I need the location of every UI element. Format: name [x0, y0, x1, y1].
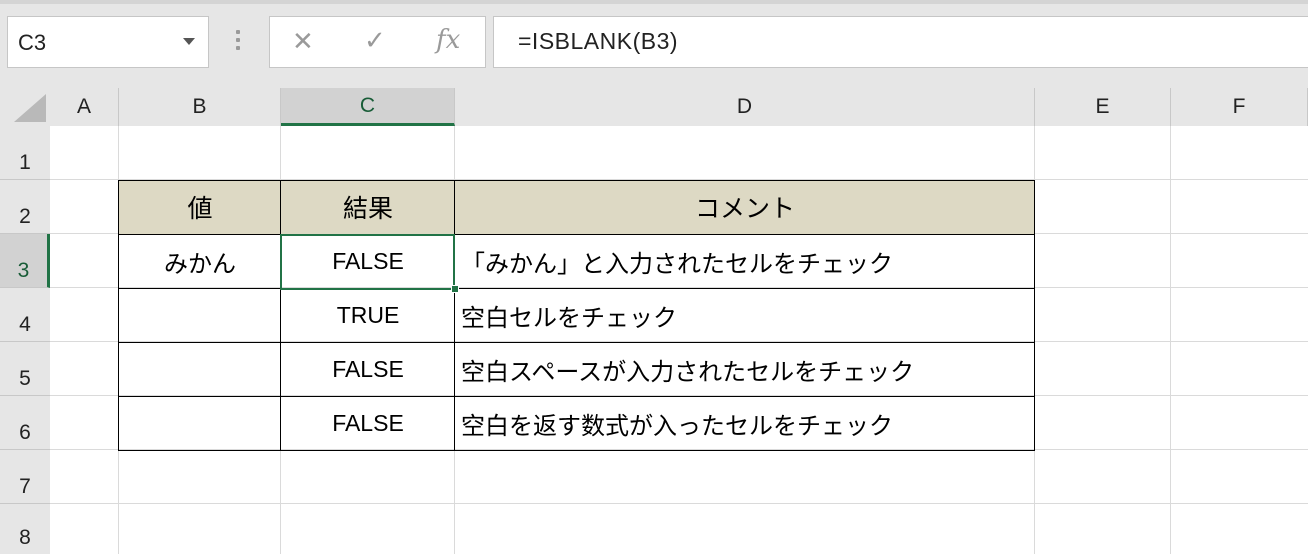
cell-b3[interactable]: みかん [119, 234, 281, 288]
cell-d3[interactable]: 「みかん」と入力されたセルをチェック [455, 234, 1035, 288]
row-header-7[interactable]: 7 [0, 450, 50, 504]
gridline [1170, 126, 1171, 554]
cell-b6[interactable] [119, 396, 281, 450]
ribbon-edge [0, 0, 1308, 4]
column-header-e[interactable]: E [1035, 88, 1171, 126]
table-border [118, 396, 1035, 397]
cell-b5[interactable] [119, 342, 281, 396]
column-header-c[interactable]: C [281, 88, 455, 126]
table-border [118, 180, 1035, 181]
cell-b4[interactable] [119, 288, 281, 342]
cancel-icon[interactable]: ✕ [292, 27, 314, 57]
active-cell-border [280, 234, 455, 290]
cell-c4[interactable]: TRUE [281, 288, 455, 342]
row-header-3[interactable]: 3 [0, 234, 50, 288]
cell-c6[interactable]: FALSE [281, 396, 455, 450]
table-border [454, 180, 455, 450]
cell-d4[interactable]: 空白セルをチェック [455, 288, 1035, 342]
gridline [50, 503, 1308, 504]
cell-c5[interactable]: FALSE [281, 342, 455, 396]
row-header-8[interactable]: 8 [0, 504, 50, 554]
row-header-2[interactable]: 2 [0, 180, 50, 234]
cell-d6[interactable]: 空白を返す数式が入ったセルをチェック [455, 396, 1035, 450]
column-header-d[interactable]: D [455, 88, 1035, 126]
table-border [280, 180, 281, 450]
row-header-5[interactable]: 5 [0, 342, 50, 396]
select-all-icon[interactable] [14, 94, 46, 122]
table-header-result[interactable]: 結果 [281, 180, 455, 234]
cell-d5[interactable]: 空白スペースが入力されたセルをチェック [455, 342, 1035, 396]
formula-text: =ISBLANK(B3) [518, 28, 679, 54]
row-header-6[interactable]: 6 [0, 396, 50, 450]
name-box-value: C3 [18, 30, 47, 55]
enter-icon[interactable]: ✓ [364, 26, 386, 56]
table-border [1034, 180, 1035, 450]
table-border [118, 180, 119, 450]
formula-bar-resize-handle-icon[interactable] [236, 30, 240, 54]
row-header-1[interactable]: 1 [0, 126, 50, 180]
name-box-dropdown-icon[interactable] [183, 38, 195, 45]
table-header-comment[interactable]: コメント [455, 180, 1035, 234]
table-header-value[interactable]: 値 [119, 180, 281, 234]
fill-handle[interactable] [451, 285, 459, 293]
column-header-b[interactable]: B [119, 88, 281, 126]
table-border [118, 342, 1035, 343]
table-border [118, 288, 1035, 289]
table-border [118, 450, 1035, 451]
column-header-a[interactable]: A [50, 88, 119, 126]
insert-function-icon[interactable]: fx [436, 25, 460, 55]
table-border [118, 234, 1035, 235]
column-header-f[interactable]: F [1171, 88, 1308, 126]
row-header-4[interactable]: 4 [0, 288, 50, 342]
